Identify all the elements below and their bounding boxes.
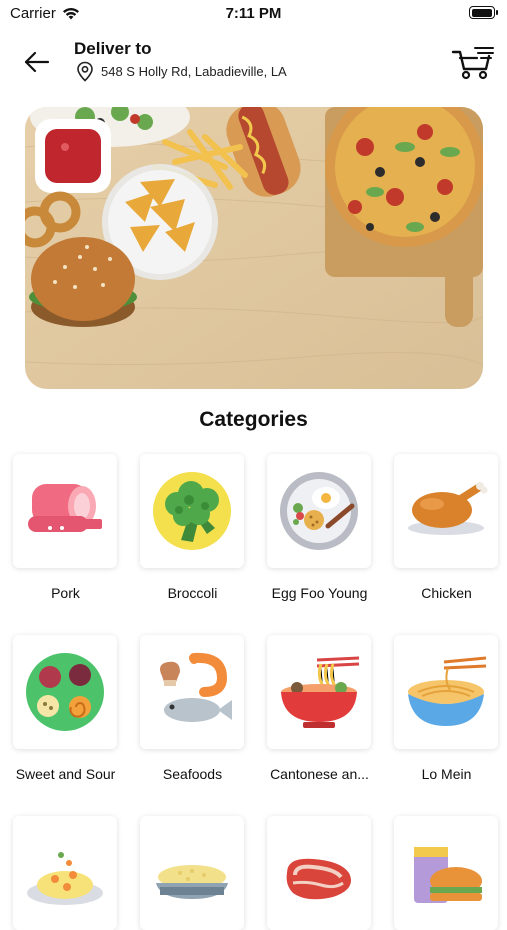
lo-mein-icon bbox=[408, 656, 487, 726]
category-card bbox=[13, 635, 117, 749]
burger-drink-icon bbox=[414, 847, 482, 903]
header: Deliver to 548 S Holly Rd, Labadieville,… bbox=[0, 30, 507, 94]
category-label: Cantonese an... bbox=[270, 766, 369, 782]
egg-plate-icon bbox=[280, 472, 358, 550]
noodle-bowl-icon bbox=[281, 656, 360, 728]
category-card bbox=[13, 454, 117, 568]
category-card bbox=[394, 816, 498, 930]
broccoli-icon bbox=[153, 472, 231, 550]
back-button[interactable] bbox=[22, 48, 52, 76]
shopping-cart-icon bbox=[451, 47, 494, 80]
shrimp-rice-icon bbox=[27, 852, 103, 905]
battery-fill bbox=[471, 8, 492, 17]
category-label: Sweet and Sour bbox=[15, 766, 116, 782]
promo-banner[interactable] bbox=[25, 107, 483, 389]
category-label: Broccoli bbox=[167, 585, 218, 601]
category-card bbox=[267, 816, 371, 930]
category-label: Lo Mein bbox=[421, 766, 472, 782]
rice-bowl-icon bbox=[156, 865, 228, 899]
categories-title: Categories bbox=[199, 408, 308, 431]
cart-button[interactable] bbox=[451, 42, 497, 82]
category-label: Pork bbox=[51, 585, 80, 601]
location-pin-icon bbox=[77, 61, 93, 82]
category-card bbox=[140, 816, 244, 930]
address-row[interactable]: 548 S Holly Rd, Labadieville, LA bbox=[76, 61, 287, 82]
status-bar: Carrier 7:11 PM bbox=[0, 0, 507, 28]
category-card bbox=[394, 454, 498, 568]
status-time: 7:11 PM bbox=[225, 5, 282, 22]
delivery-address: 548 S Holly Rd, Labadieville, LA bbox=[101, 64, 287, 79]
food-banner-image bbox=[25, 107, 483, 389]
steak-icon bbox=[286, 858, 351, 900]
battery-icon bbox=[469, 6, 498, 19]
category-card bbox=[140, 635, 244, 749]
category-card bbox=[13, 816, 117, 930]
deliver-title: Deliver to bbox=[74, 39, 152, 58]
arrow-left-icon bbox=[24, 51, 50, 73]
ham-icon bbox=[28, 484, 102, 532]
category-card bbox=[267, 635, 371, 749]
category-card bbox=[267, 454, 371, 568]
category-card bbox=[394, 635, 498, 749]
seafood-icon bbox=[160, 652, 232, 722]
category-label: Chicken bbox=[421, 585, 472, 601]
category-card bbox=[140, 454, 244, 568]
roast-chicken-icon bbox=[408, 482, 488, 535]
dip-platter-icon bbox=[26, 653, 104, 731]
category-label: Seafoods bbox=[162, 766, 223, 782]
category-label: Egg Foo Young bbox=[271, 585, 368, 601]
